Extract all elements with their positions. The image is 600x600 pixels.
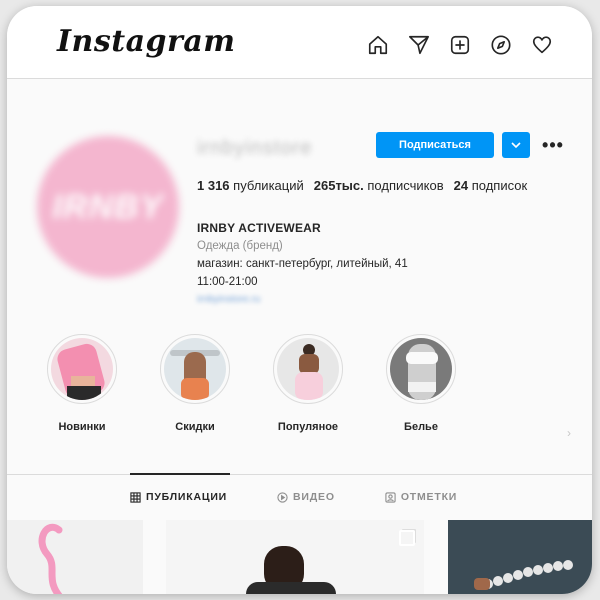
avatar-logo-text: IRNBY	[52, 187, 164, 226]
pink-leggings-image	[277, 338, 339, 400]
highlight-popular[interactable]: Популяное	[253, 334, 363, 433]
bio-category: Одежда (бренд)	[197, 240, 283, 252]
grid-icon	[130, 491, 141, 503]
tab-tagged[interactable]: ОТМЕТКИ	[385, 491, 457, 503]
highlight-ring	[160, 334, 230, 404]
profile-avatar[interactable]: IRNBY	[37, 136, 179, 278]
highlight-ring	[47, 334, 117, 404]
bio-website-link[interactable]: irnbyinstore.ru	[197, 291, 408, 309]
highlight-label: Белье	[404, 421, 438, 433]
back-pose-image	[164, 338, 226, 400]
followers-stat[interactable]: 265тыс. подписчиков	[314, 178, 444, 193]
bio-address: магазин: санкт-петербург, литейный, 41	[197, 258, 408, 270]
nav-icons	[366, 33, 554, 57]
profile-bio: IRNBY ACTIVEWEAR Одежда (бренд) магазин:…	[197, 219, 408, 309]
multiple-posts-icon	[399, 530, 415, 546]
top-navigation-bar: Instagram	[7, 6, 592, 79]
highlight-label: Новинки	[58, 421, 106, 433]
explore-icon[interactable]	[489, 33, 513, 57]
post-thumbnail[interactable]	[166, 520, 424, 594]
highlight-ring	[273, 334, 343, 404]
play-icon	[277, 491, 288, 503]
bio-name: IRNBY ACTIVEWEAR	[197, 221, 321, 235]
highlight-label: Скидки	[175, 421, 215, 433]
posts-grid	[7, 520, 592, 594]
active-tab-indicator	[130, 473, 230, 475]
suggestions-dropdown-button[interactable]	[502, 132, 530, 158]
direct-icon[interactable]	[407, 33, 431, 57]
profile-username: irnbyinstore	[197, 137, 313, 159]
highlight-lingerie[interactable]: Белье	[366, 334, 476, 433]
profile-stats: 1 316 публикаций 265тыс. подписчиков 24 …	[197, 178, 527, 193]
profile-tabs: ПУБЛИКАЦИИ ВИДЕО ОТМЕТКИ	[130, 491, 457, 503]
tagged-icon	[385, 491, 396, 503]
tab-posts[interactable]: ПУБЛИКАЦИИ	[130, 491, 227, 503]
tab-video[interactable]: ВИДЕО	[277, 491, 335, 503]
post-thumbnail[interactable]	[7, 520, 143, 594]
white-bra-image	[390, 338, 452, 400]
home-icon[interactable]	[366, 33, 390, 57]
instagram-logo[interactable]: Instagram	[57, 24, 236, 59]
tabs-divider	[7, 474, 592, 475]
chevron-down-icon	[511, 141, 521, 148]
new-post-icon[interactable]	[448, 33, 472, 57]
following-stat[interactable]: 24 подписок	[454, 178, 528, 193]
highlight-label: Популяное	[277, 421, 339, 433]
pink-top-image	[51, 338, 113, 400]
activity-icon[interactable]	[530, 33, 554, 57]
post-thumbnail[interactable]	[448, 520, 592, 594]
highlight-ring	[386, 334, 456, 404]
follow-button[interactable]: Подписаться	[376, 132, 494, 158]
highlight-new[interactable]: Новинки	[27, 334, 137, 433]
story-highlights: Новинки Скидки Популяное Белье ›	[27, 334, 587, 444]
instagram-window: Instagram IRNBY irnbyinstore Подписаться…	[7, 6, 592, 594]
more-options-button[interactable]: •••	[541, 135, 565, 155]
highlight-sale[interactable]: Скидки	[140, 334, 250, 433]
bio-hours: 11:00-21:00	[197, 276, 258, 288]
chevron-right-icon[interactable]: ›	[567, 426, 571, 440]
posts-stat: 1 316 публикаций	[197, 178, 304, 193]
